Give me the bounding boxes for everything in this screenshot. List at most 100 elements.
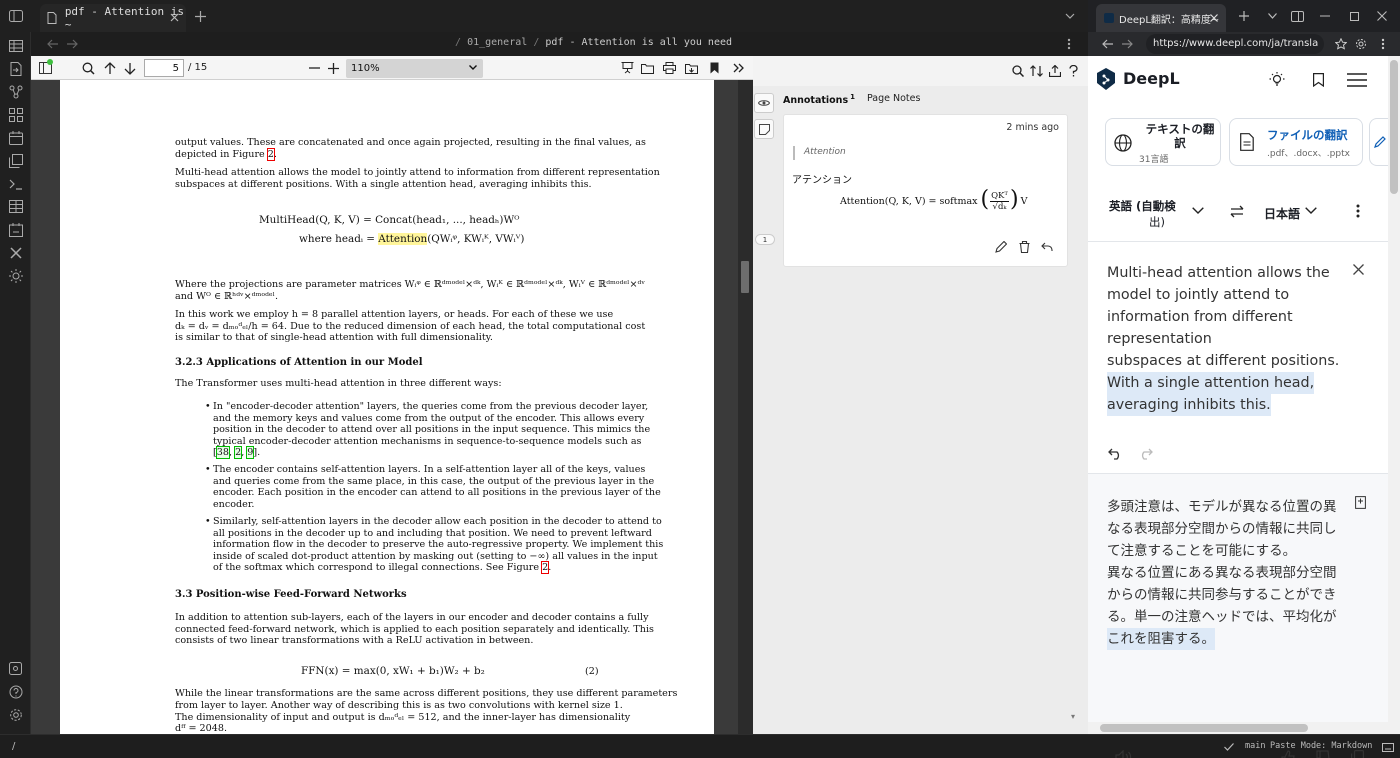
table-icon[interactable] <box>7 198 24 215</box>
help-icon[interactable] <box>7 683 24 700</box>
edit-pencil-icon[interactable] <box>994 240 1008 254</box>
double-chevron-right-icon[interactable] <box>731 60 747 76</box>
maximize-icon[interactable] <box>1347 9 1361 23</box>
terminal-icon[interactable] <box>7 175 24 192</box>
presentation-icon[interactable] <box>619 60 635 76</box>
open-file-icon[interactable] <box>7 60 24 77</box>
keyboard-icon[interactable] <box>1382 741 1394 753</box>
templates-icon[interactable] <box>7 152 24 169</box>
more-card[interactable] <box>1369 118 1388 166</box>
zoom-out-icon[interactable] <box>306 60 322 76</box>
pdf-scrollbar[interactable] <box>738 80 753 734</box>
file-explorer-icon[interactable] <box>7 37 24 54</box>
new-tab-icon[interactable] <box>192 8 208 24</box>
browser-hscrollbar[interactable] <box>1088 722 1388 734</box>
delete-trash-icon[interactable] <box>1017 240 1031 254</box>
tab-list-chevron-icon[interactable] <box>1062 8 1078 24</box>
browser-menu-icon[interactable] <box>1376 37 1390 51</box>
hamburger-menu-icon[interactable] <box>1346 71 1368 89</box>
zoom-in-icon[interactable] <box>325 60 341 76</box>
settings-gear-icon[interactable] <box>7 706 24 723</box>
source-language[interactable]: 英語 (自動検 出) <box>1109 198 1176 230</box>
bookmark-icon[interactable] <box>1309 71 1327 89</box>
target-text-area[interactable]: 多頭注意は、モデルが異なる位置の異 なる表現部分空間からの情報に共同し て注意す… <box>1088 473 1388 758</box>
annotation-marker[interactable]: 1 <box>755 234 775 245</box>
bookmark-icon[interactable] <box>706 60 722 76</box>
more-vertical-icon[interactable] <box>1356 204 1360 218</box>
browser-scrollbar[interactable] <box>1388 56 1400 734</box>
minimize-icon[interactable] <box>1318 9 1332 23</box>
forward-arrow-icon[interactable] <box>65 37 79 51</box>
citation-link[interactable]: 2 <box>234 446 243 459</box>
thumbs-down-icon[interactable] <box>1316 750 1331 758</box>
close-window-icon[interactable] <box>1375 9 1389 23</box>
page-number-input[interactable] <box>144 59 184 77</box>
split-view-icon[interactable] <box>1290 9 1304 23</box>
citation-link[interactable]: 9 <box>246 446 255 459</box>
reply-icon[interactable] <box>1040 240 1054 254</box>
scrollbar-thumb[interactable] <box>741 261 749 293</box>
git-branch[interactable]: main <box>1245 741 1265 751</box>
target-language[interactable]: 日本語 <box>1264 205 1300 222</box>
help-icon[interactable] <box>1066 64 1080 78</box>
glossary-icon[interactable] <box>1355 496 1366 509</box>
breadcrumb-file[interactable]: pdf - Attention is all you need <box>545 37 732 48</box>
tab-search-chevron-icon[interactable] <box>1266 10 1278 22</box>
sort-icon[interactable] <box>1029 64 1043 78</box>
text-translate-card[interactable]: テキストの翻訳 31言語 <box>1105 118 1221 166</box>
save-folder-icon[interactable] <box>683 60 699 76</box>
close-tab-icon[interactable] <box>168 11 180 23</box>
new-tab-icon[interactable] <box>1238 10 1250 22</box>
thumbs-up-icon[interactable] <box>1281 750 1296 758</box>
tools-icon[interactable] <box>7 244 24 261</box>
eye-icon[interactable] <box>754 93 774 113</box>
canvas-icon[interactable] <box>7 106 24 123</box>
graph-view-icon[interactable] <box>7 83 24 100</box>
back-arrow-icon[interactable] <box>1100 37 1114 51</box>
figure-link[interactable]: 2 <box>541 561 550 574</box>
speaker-icon[interactable] <box>1115 750 1133 758</box>
tab-annotations[interactable]: Annotations 1 <box>783 93 855 106</box>
citation-link[interactable]: 38 <box>215 446 230 459</box>
highlighted-attention[interactable]: Attention <box>378 233 428 245</box>
settings-gear-icon[interactable] <box>1354 37 1368 51</box>
undo-icon[interactable] <box>1108 448 1123 460</box>
brand-name[interactable]: DeepL <box>1123 69 1180 88</box>
figure-link[interactable]: 2 <box>266 148 275 161</box>
open-folder-icon[interactable] <box>639 60 655 76</box>
hscrollbar-thumb[interactable] <box>1100 724 1308 732</box>
annotation-card[interactable]: 2 mins ago Attention アテンション Attention(Q,… <box>783 114 1068 267</box>
vault-switch-icon[interactable] <box>7 660 24 677</box>
forward-arrow-icon[interactable] <box>1120 37 1134 51</box>
close-tab-icon[interactable] <box>1210 14 1218 22</box>
url-field[interactable]: https://www.deepl.com/ja/transla <box>1146 34 1324 54</box>
calendar-icon[interactable] <box>7 129 24 146</box>
prev-page-icon[interactable] <box>102 60 118 76</box>
deepl-logo-icon[interactable] <box>1096 68 1116 90</box>
back-arrow-icon[interactable] <box>45 37 59 51</box>
theme-sun-icon[interactable] <box>7 267 24 284</box>
search-icon[interactable] <box>1011 64 1025 78</box>
breadcrumb-folder[interactable]: 01_general <box>467 37 527 48</box>
source-text-area[interactable]: Multi-head attention allows the model to… <box>1088 243 1388 473</box>
tab-page-notes[interactable]: Page Notes <box>867 93 920 104</box>
chevron-down-icon[interactable] <box>1192 207 1204 214</box>
print-icon[interactable] <box>661 60 677 76</box>
next-page-icon[interactable] <box>122 60 138 76</box>
note-icon[interactable] <box>754 119 774 139</box>
file-translate-card[interactable]: ファイルの翻訳 .pdf、.docx、.pptx <box>1229 118 1363 166</box>
export-icon[interactable] <box>1048 64 1062 78</box>
redo-icon[interactable] <box>1138 448 1153 460</box>
more-options-icon[interactable] <box>1062 37 1076 51</box>
tab-pdf-attention[interactable]: pdf - Attention is ~ <box>40 4 186 32</box>
tab-deepl[interactable]: DeepL翻訳：高精度~ <box>1096 4 1226 32</box>
sidebar-toggle-icon[interactable] <box>8 8 24 24</box>
scrollbar-thumb[interactable] <box>1390 60 1398 194</box>
daily-note-icon[interactable] <box>7 221 24 238</box>
copy-icon[interactable] <box>1351 750 1364 758</box>
lightbulb-icon[interactable] <box>1268 71 1286 89</box>
chevron-down-icon[interactable] <box>1305 207 1317 214</box>
clear-text-icon[interactable] <box>1353 264 1364 275</box>
zoom-select[interactable]: 110% <box>346 59 483 78</box>
scroll-down-arrow-icon[interactable]: ▾ <box>1071 712 1075 721</box>
